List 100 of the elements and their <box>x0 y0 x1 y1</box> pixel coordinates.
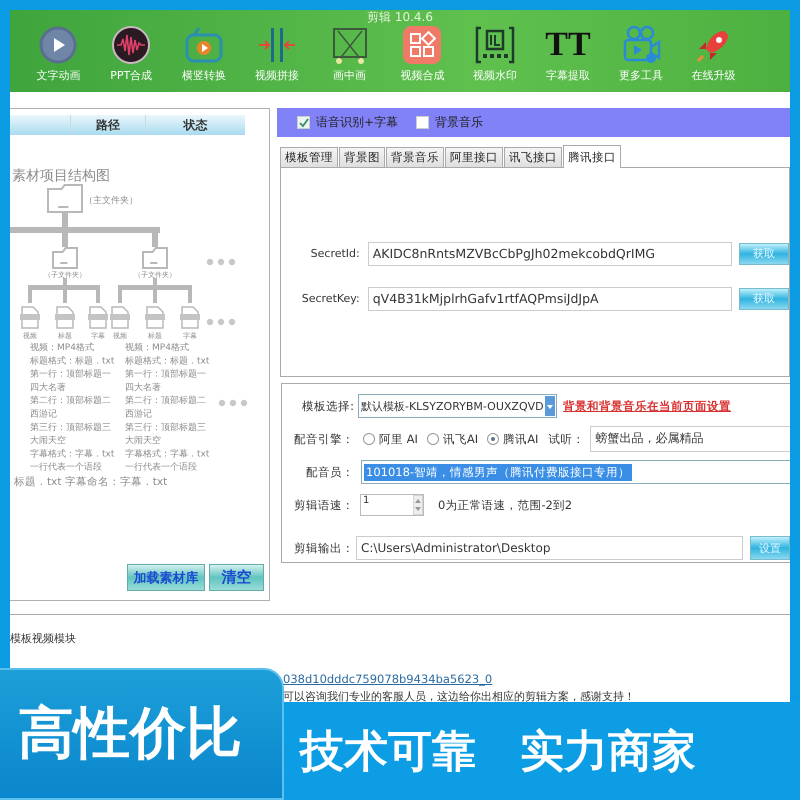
note-text: 第三行：顶部标题三 <box>30 422 111 433</box>
note-text: 标题格式：标题．txt <box>125 356 210 366</box>
template-dropdown[interactable]: 默认模板-KLSYZORYBM-OUXZQVD <box>358 394 557 418</box>
toolbar-button[interactable]: 文字动画 <box>22 25 95 83</box>
note-text: 视频：MP4格式 <box>30 343 94 353</box>
grid-tiles-icon <box>402 25 442 65</box>
field-label: 剪辑输出： <box>293 540 354 556</box>
ellipsis-icon <box>206 258 236 266</box>
stamp-frame-icon <box>475 25 516 65</box>
diagram-title: 素材项目结构图 <box>12 168 110 184</box>
radio-button[interactable] <box>363 433 375 445</box>
note-text: 大闹天空 <box>125 436 161 446</box>
fetch-button[interactable]: 获取 <box>739 288 789 310</box>
settings-button[interactable]: 设置 <box>750 536 790 560</box>
note-text: 第一行：顶部标题一 <box>30 370 111 380</box>
note-text: 西游记 <box>125 410 152 420</box>
folder-icon <box>47 184 83 213</box>
checkbox[interactable] <box>416 116 430 129</box>
tv-icon <box>184 25 224 65</box>
field-label: 配音引擎： <box>293 432 354 446</box>
tab[interactable]: 阿里接口 <box>445 147 503 167</box>
tab[interactable]: 背景图 <box>339 147 385 167</box>
note-text: 四大名著 <box>30 382 66 393</box>
number-spinner[interactable]: 1 <box>360 494 424 516</box>
input-field[interactable]: AKIDC8nRntsMZVBcCbPgJh02mekcobdQrIMG <box>368 242 732 266</box>
folder-icon <box>142 247 168 269</box>
tab[interactable]: 背景音乐 <box>386 147 444 167</box>
field-label: 配音员： <box>305 464 354 480</box>
tree-connector <box>28 278 100 303</box>
field-label: SecretId: <box>310 247 360 260</box>
note-text: 第二行：顶部标题二 <box>125 396 206 406</box>
fetch-button[interactable]: 获取 <box>739 242 789 264</box>
tab[interactable]: 腾讯接口 <box>563 145 621 168</box>
selected-text: 101018-智靖，情感男声（腾讯付费版接口专用） <box>364 464 632 480</box>
toolbar-button[interactable]: 视频拼接 <box>240 25 314 83</box>
check-icon <box>298 118 308 128</box>
ellipsis-icon <box>206 318 236 326</box>
file-icon <box>20 306 40 329</box>
radio-button[interactable] <box>487 433 500 445</box>
tab[interactable]: 模板管理 <box>280 147 338 167</box>
toolbar-button[interactable]: 视频水印 <box>458 25 532 83</box>
checkbox-label: 语音识别+字幕 <box>316 114 398 131</box>
text-style-icon: TT <box>545 25 591 65</box>
waveform-icon <box>111 25 152 65</box>
file-icon <box>88 306 108 329</box>
window-title: 剪辑 10.4.6 <box>367 10 433 25</box>
column-header: 状态 <box>182 117 209 134</box>
file-icon <box>55 306 75 329</box>
radio-label: 阿里 AI <box>379 432 418 446</box>
warning-note: 背景和背景音乐在当前页面设置 <box>563 398 731 414</box>
badge-text: 高性价比 <box>18 700 242 768</box>
note-text: 一行代表一个语段 <box>30 462 102 473</box>
field-label: 模板选择: <box>301 398 354 414</box>
toolbar-button[interactable]: TT 字幕提取 <box>532 25 604 83</box>
input-field[interactable]: C:\Users\Administrator\Desktop <box>356 536 743 560</box>
toolbar-button[interactable]: PPT合成 <box>94 25 168 83</box>
input-field[interactable]: qV4B31kMjplrhGafv1rtfAQPmsiJdJpA <box>368 286 732 310</box>
note-text: 第三行：顶部标题三 <box>125 422 206 433</box>
toolbar-button[interactable]: 在线升级 <box>677 25 750 83</box>
note-text: 大闹天空 <box>30 436 66 446</box>
tab[interactable]: 讯飞接口 <box>504 147 562 167</box>
merge-arrows-icon <box>256 25 297 65</box>
log-link[interactable]: 038d10dddc759078b9434ba5623_0 <box>283 672 790 686</box>
play-circle-icon <box>38 25 78 65</box>
note-text: 一行代表一个语段 <box>125 462 197 473</box>
note-text: 西游记 <box>30 410 57 420</box>
toolbar-button[interactable]: 更多工具 <box>604 25 678 83</box>
note-text: 标题格式：标题．txt <box>30 356 114 366</box>
radio-button[interactable] <box>426 433 439 445</box>
folder-icon <box>52 247 78 269</box>
file-icon <box>180 306 200 329</box>
file-icon <box>110 306 130 329</box>
load-library-button[interactable]: 加载素材库 <box>127 564 205 591</box>
note-text: 字幕格式：字幕．txt <box>125 449 210 460</box>
slogan-text: 技术可靠 <box>300 724 476 778</box>
toolbar-button[interactable]: 视频合成 <box>386 25 459 83</box>
note-text: 字幕格式：字幕．txt <box>30 449 114 460</box>
column-header: 路径 <box>70 115 146 135</box>
clear-button[interactable]: 清空 <box>209 564 264 591</box>
log-text: 可以咨询我们专业的客服人员，这边给你出相应的剪辑方案，感谢支持！ <box>283 689 636 704</box>
dropdown-value: 默认模板-KLSYZORYBM-OUXZQVD <box>361 398 544 414</box>
log-text: 模板视频模块 <box>10 631 77 646</box>
note-text: 第二行：顶部标题二 <box>30 396 111 406</box>
radio-label: 讯飞AI <box>442 432 478 446</box>
hint-text: 0为正常语速，范围-2到2 <box>438 498 572 512</box>
input-field[interactable]: 螃蟹出品，必属精品 <box>590 426 790 452</box>
file-icon <box>145 306 165 329</box>
folder-label: （主文件夹） <box>84 196 138 206</box>
checkbox-label: 背景音乐 <box>435 114 484 131</box>
radio-label: 腾讯AI <box>503 432 538 446</box>
voice-dropdown[interactable]: 101018-智靖，情感男声（腾讯付费版接口专用） <box>361 460 790 484</box>
checkbox[interactable] <box>297 116 310 129</box>
note-text: 视频：MP4格式 <box>125 343 189 353</box>
field-label: SecretKey: <box>300 292 360 305</box>
toolbar-button[interactable]: 横竖转换 <box>168 25 240 83</box>
toolbar-button[interactable]: 画中画 <box>313 25 386 83</box>
ellipsis-icon <box>218 400 248 406</box>
slogan-text: 实力商家 <box>520 724 696 778</box>
field-label: 剪辑语速： <box>293 498 354 512</box>
note-text: 第一行：顶部标题一 <box>125 370 206 380</box>
